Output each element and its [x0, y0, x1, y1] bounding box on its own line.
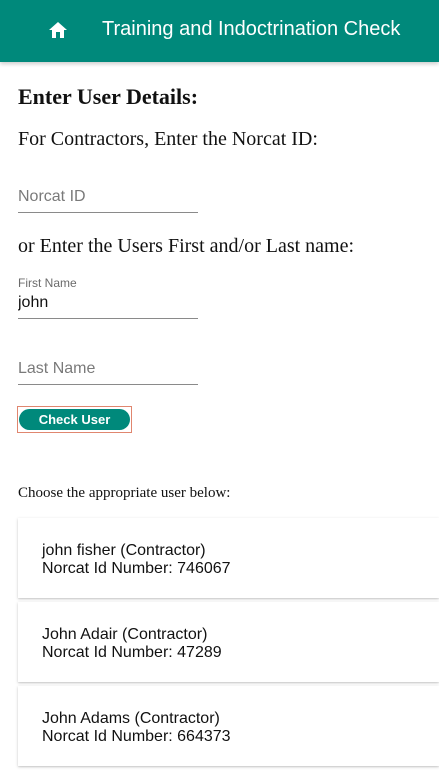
contractor-prompt: For Contractors, Enter the Norcat ID: [18, 128, 318, 150]
first-name-label: First Name [18, 276, 77, 290]
user-list-item[interactable]: John Adair (Contractor) Norcat Id Number… [18, 602, 439, 682]
name-prompt: or Enter the Users First and/or Last nam… [18, 235, 355, 257]
home-icon [49, 22, 67, 38]
norcat-id-float-label [18, 170, 198, 184]
first-name-field: First Name [18, 276, 198, 319]
user-list-item[interactable]: John Adams (Contractor) Norcat Id Number… [18, 686, 439, 766]
user-norcat-id: Norcat Id Number: 664373 [42, 728, 231, 745]
norcat-id-field [18, 170, 198, 213]
form-heading: Enter User Details: [18, 84, 199, 109]
results-label: Choose the appropriate user below: [18, 485, 231, 501]
last-name-float-label [18, 342, 198, 356]
page-title: Training and Indoctrination Check [102, 18, 401, 40]
user-name: John Adams (Contractor) [42, 710, 220, 727]
user-name: John Adair (Contractor) [42, 626, 208, 643]
check-user-focus-ring: Check User [17, 406, 132, 433]
first-name-input[interactable] [18, 290, 198, 319]
last-name-input[interactable] [18, 356, 198, 385]
user-list: john fisher (Contractor) Norcat Id Numbe… [18, 518, 439, 770]
norcat-id-input[interactable] [18, 184, 198, 213]
check-user-button[interactable]: Check User [19, 409, 130, 430]
home-button[interactable] [44, 16, 72, 44]
user-norcat-id: Norcat Id Number: 47289 [42, 644, 222, 661]
user-norcat-id: Norcat Id Number: 746067 [42, 560, 231, 577]
last-name-field [18, 342, 198, 385]
user-name: john fisher (Contractor) [42, 542, 206, 559]
user-list-item[interactable]: john fisher (Contractor) Norcat Id Numbe… [18, 518, 439, 598]
app-bar: Training and Indoctrination Check [0, 0, 439, 62]
